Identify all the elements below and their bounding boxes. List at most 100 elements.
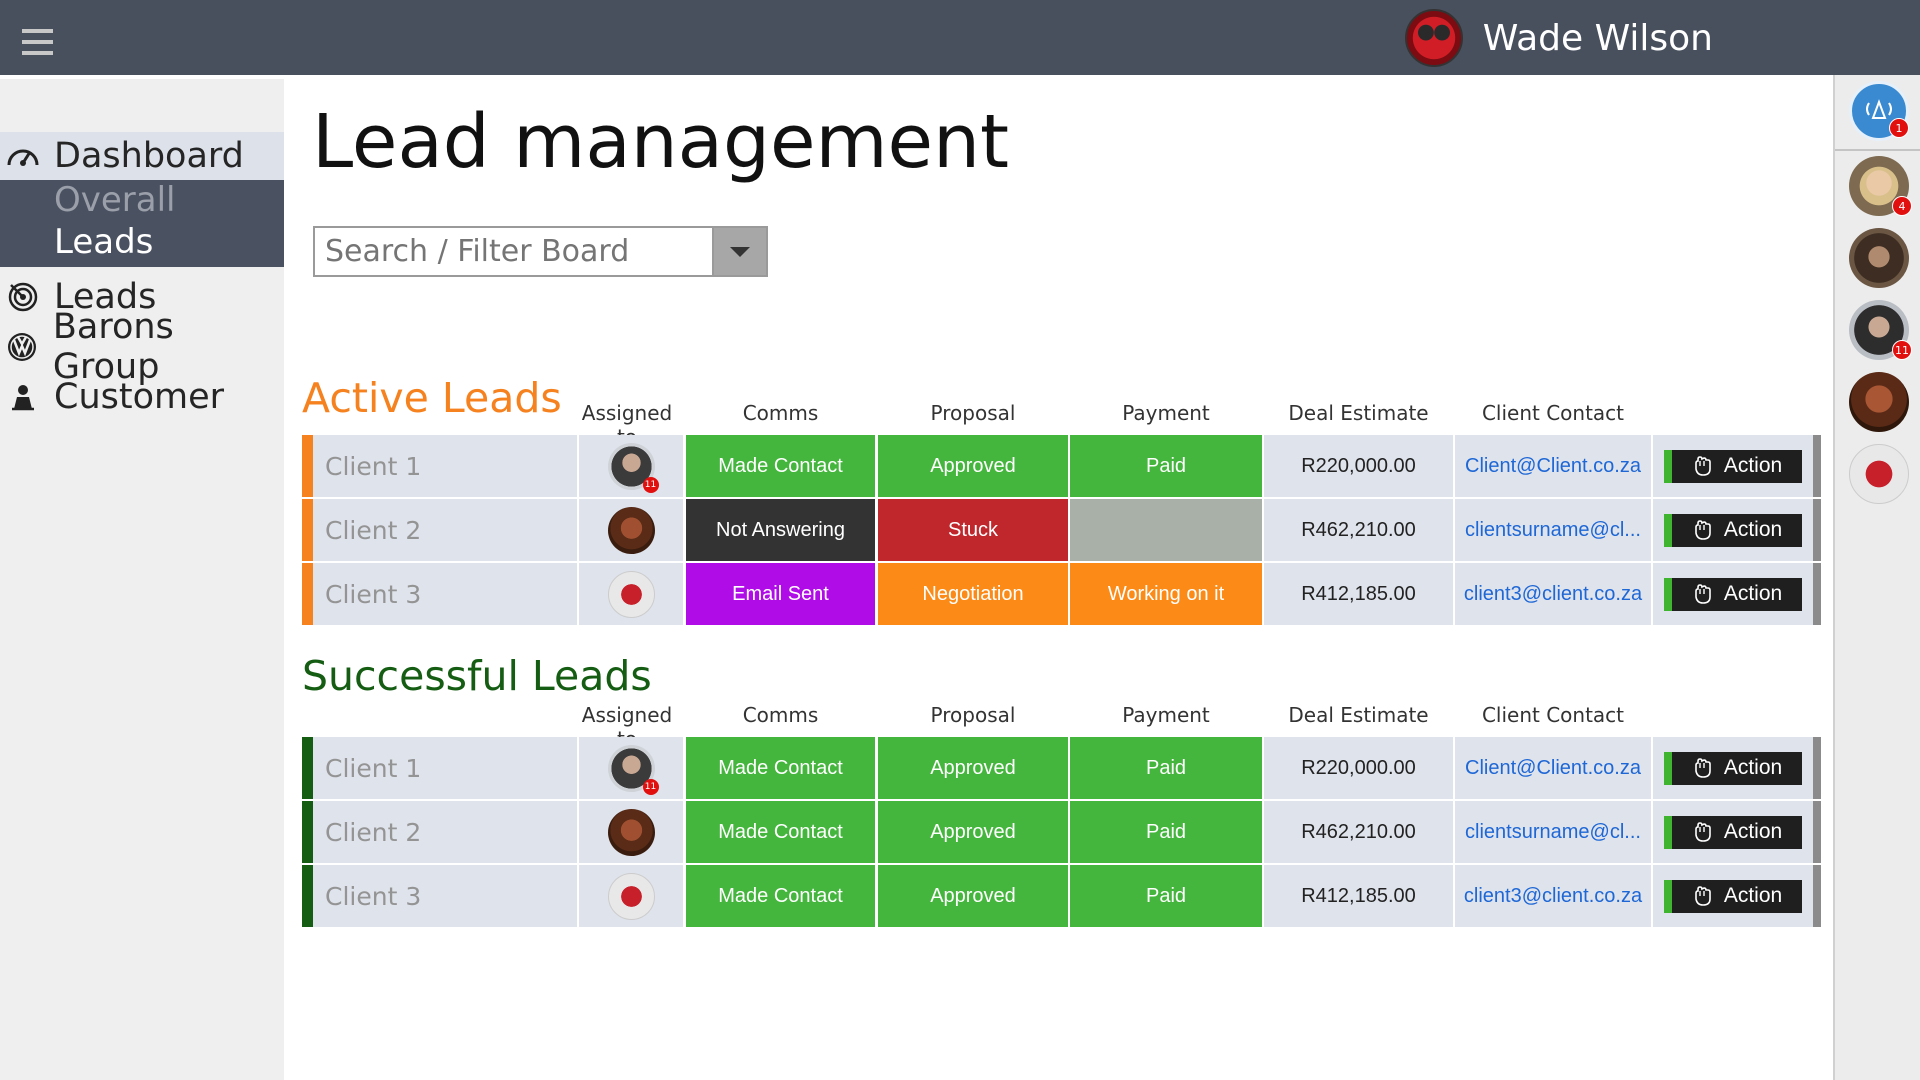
table-row[interactable]: Client 1 11 Made Contact Approved Paid R…	[302, 435, 1821, 497]
comms-status[interactable]: Made Contact	[686, 435, 875, 497]
assignee-avatar[interactable]: 11	[607, 744, 659, 795]
successful-leads-title: Successful Leads	[302, 652, 652, 700]
proposal-status[interactable]: Approved	[878, 435, 1068, 497]
row-status-stripe	[302, 865, 313, 927]
assignee-cell[interactable]	[579, 801, 683, 863]
payment-status[interactable]	[1070, 499, 1262, 561]
sidebar-item-customer[interactable]: Customer	[0, 373, 284, 421]
divider	[1835, 149, 1920, 151]
client-contact-link[interactable]: client3@client.co.za	[1455, 865, 1651, 927]
client-name: Client 3	[313, 865, 577, 927]
target-icon	[5, 279, 41, 315]
client-contact-link[interactable]: Client@Client.co.za	[1455, 435, 1651, 497]
notification-badge: 11	[642, 476, 659, 493]
row-end-bar	[1813, 563, 1821, 625]
action-cell: Action	[1653, 737, 1813, 799]
assignee-avatar[interactable]	[607, 872, 655, 920]
column-header-payment: Payment	[1122, 703, 1210, 727]
contact-avatar[interactable]	[1849, 372, 1909, 432]
action-button[interactable]: Action	[1664, 751, 1802, 785]
notification-badge: 4	[1892, 196, 1912, 216]
action-button[interactable]: Action	[1664, 577, 1802, 611]
proposal-status[interactable]: Approved	[878, 865, 1068, 927]
deal-estimate: R220,000.00	[1264, 435, 1453, 497]
assignee-avatar[interactable]	[607, 808, 655, 856]
client-name: Client 3	[313, 563, 577, 625]
comms-status[interactable]: Made Contact	[686, 737, 875, 799]
proposal-status[interactable]: Stuck	[878, 499, 1068, 561]
proposal-status[interactable]: Approved	[878, 737, 1068, 799]
contacts-sidebar: 1 4 11	[1833, 75, 1920, 1080]
proposal-status[interactable]: Approved	[878, 801, 1068, 863]
assignee-avatar[interactable]: 11	[607, 442, 659, 493]
deal-estimate: R412,185.00	[1264, 865, 1453, 927]
hand-icon	[1695, 584, 1711, 604]
row-status-stripe	[302, 499, 313, 561]
assignee-cell[interactable]	[579, 499, 683, 561]
dashboard-submenu: Overall Leads	[0, 180, 284, 267]
search-input[interactable]	[315, 228, 711, 275]
action-button[interactable]: Action	[1664, 815, 1802, 849]
client-contact-link[interactable]: clientsurname@cl...	[1455, 499, 1651, 561]
broadcast-alert-button[interactable]: 1	[1849, 81, 1909, 141]
sidebar-item-dashboard[interactable]: Dashboard	[0, 132, 284, 180]
payment-status[interactable]: Paid	[1070, 435, 1262, 497]
payment-status[interactable]: Paid	[1070, 737, 1262, 799]
action-button[interactable]: Action	[1664, 513, 1802, 547]
table-row[interactable]: Client 1 11 Made Contact Approved Paid R…	[302, 737, 1821, 799]
action-button[interactable]: Action	[1664, 449, 1802, 483]
assignee-avatar[interactable]	[607, 506, 655, 554]
sidebar-item-barons-group[interactable]: Barons Group	[0, 307, 284, 387]
assignee-cell[interactable]	[579, 865, 683, 927]
action-label: Action	[1723, 582, 1783, 605]
column-header-comms: Comms	[742, 401, 819, 425]
vw-logo-icon	[5, 329, 40, 365]
assignee-avatar[interactable]	[607, 570, 655, 618]
action-button[interactable]: Action	[1664, 879, 1802, 913]
sidebar-divider	[0, 75, 284, 79]
row-end-bar	[1813, 801, 1821, 863]
action-label: Action	[1723, 756, 1783, 779]
row-end-bar	[1813, 499, 1821, 561]
comms-status[interactable]: Made Contact	[686, 801, 875, 863]
column-header-deal: Deal Estimate	[1288, 401, 1429, 425]
comms-status[interactable]: Email Sent	[686, 563, 875, 625]
user-avatar[interactable]	[1404, 9, 1463, 67]
person-icon	[5, 379, 41, 415]
contact-avatar[interactable]: 11	[1849, 300, 1912, 360]
action-cell: Action	[1653, 563, 1813, 625]
action-cell: Action	[1653, 499, 1813, 561]
payment-status[interactable]: Paid	[1070, 865, 1262, 927]
table-row[interactable]: Client 2 Not Answering Stuck R462,210.00…	[302, 499, 1821, 561]
comms-status[interactable]: Not Answering	[686, 499, 875, 561]
sidebar: Dashboard Overall Leads Leads Barons Gro…	[0, 75, 284, 1080]
client-contact-link[interactable]: Client@Client.co.za	[1455, 737, 1651, 799]
table-row[interactable]: Client 3 Made Contact Approved Paid R412…	[302, 865, 1821, 927]
contact-avatar[interactable]	[1849, 444, 1909, 504]
proposal-status[interactable]: Negotiation	[878, 563, 1068, 625]
table-row[interactable]: Client 2 Made Contact Approved Paid R462…	[302, 801, 1821, 863]
sidebar-item-label: Dashboard	[54, 136, 244, 176]
submenu-item-overall[interactable]: Overall	[54, 180, 176, 220]
action-label: Action	[1723, 454, 1783, 477]
contact-avatar[interactable]	[1849, 228, 1909, 288]
table-row[interactable]: Client 3 Email Sent Negotiation Working …	[302, 563, 1821, 625]
main-content: Lead management Active Leads Assigned to…	[284, 75, 1833, 1080]
hand-icon	[1695, 456, 1711, 476]
submenu-item-leads[interactable]: Leads	[54, 222, 153, 262]
assignee-cell[interactable]: 11	[579, 737, 683, 799]
client-contact-link[interactable]: client3@client.co.za	[1455, 563, 1651, 625]
client-name: Client 2	[313, 499, 577, 561]
assignee-cell[interactable]	[579, 563, 683, 625]
assignee-cell[interactable]: 11	[579, 435, 683, 497]
hamburger-menu-icon[interactable]	[22, 29, 53, 56]
notification-badge: 11	[1892, 340, 1912, 360]
user-profile[interactable]: Wade Wilson	[1404, 9, 1713, 67]
contact-avatar[interactable]: 4	[1849, 156, 1912, 216]
comms-status[interactable]: Made Contact	[686, 865, 875, 927]
payment-status[interactable]: Paid	[1070, 801, 1262, 863]
client-name: Client 1	[313, 737, 577, 799]
chevron-down-icon[interactable]	[712, 228, 766, 275]
client-contact-link[interactable]: clientsurname@cl...	[1455, 801, 1651, 863]
payment-status[interactable]: Working on it	[1070, 563, 1262, 625]
